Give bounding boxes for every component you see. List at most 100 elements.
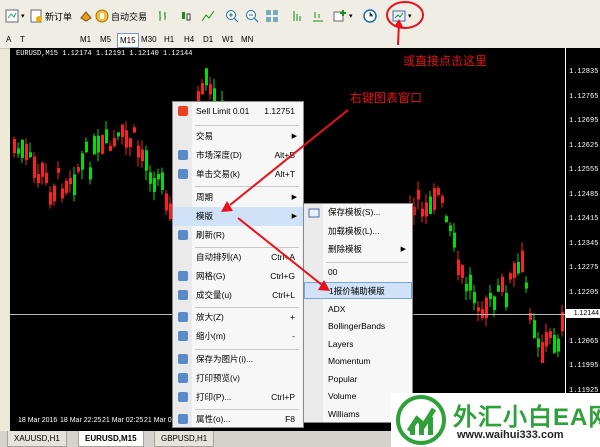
template-menu-item[interactable]: BollingerBands (304, 318, 412, 335)
periods-button[interactable] (360, 6, 380, 26)
timeframe-d1[interactable]: D1 (201, 33, 215, 46)
context-menu-item[interactable]: 成交量(u) Ctrl+L (173, 286, 303, 305)
zoom-out-button[interactable] (242, 6, 262, 26)
candle-body (505, 293, 508, 308)
bar-chart-button[interactable] (154, 6, 174, 26)
template-menu-item[interactable]: 加载模板(L)... (304, 223, 412, 240)
zoom-in-icon (177, 311, 189, 323)
context-menu-item[interactable]: 放大(Z) + (173, 308, 303, 327)
print-icon (177, 391, 189, 403)
timeframe-h4[interactable]: H4 (182, 33, 196, 46)
timeframe-m5[interactable]: M5 (98, 33, 113, 46)
line-chart-button[interactable] (198, 6, 218, 26)
context-menu-item[interactable]: 周期 ▶ (173, 188, 303, 207)
indicators-button[interactable]: ▾ (330, 6, 356, 26)
context-menu-item[interactable]: 市场深度(D) Alt+B (173, 146, 303, 165)
bar-chart-icon (157, 9, 171, 23)
main-toolbar: ▾ 新订单 自动交易 ▾ ▾ (0, 0, 600, 32)
candle-body (85, 141, 88, 153)
submenu-arrow-icon: ▶ (400, 246, 406, 253)
templates-button[interactable]: ▾ (389, 6, 415, 26)
context-menu-item[interactable]: 缩小(m) - (173, 327, 303, 346)
candle-body (37, 174, 40, 184)
timeframe-m1[interactable]: M1 (78, 33, 93, 46)
menu-item-label: 网格(G) (196, 271, 226, 281)
autoscroll-button[interactable] (308, 6, 328, 26)
timeframe-m15[interactable]: M15 (117, 33, 139, 48)
menu-item-label: Momentum (328, 356, 371, 366)
template-menu-item[interactable]: 删除模板 ▶ (304, 241, 412, 258)
timeframe-mn[interactable]: MN (239, 33, 255, 46)
context-menu-item[interactable]: 网格(G) Ctrl+G (173, 267, 303, 286)
timeframe-h1[interactable]: H1 (162, 33, 176, 46)
menu-item-label: 打印(P)... (196, 392, 232, 402)
cursor-tool[interactable]: A (4, 33, 13, 46)
zoom-out-icon (245, 9, 259, 23)
menu-item-label: 保存为图片(i)... (196, 354, 254, 364)
context-menu-item[interactable]: 模版 ▶ (173, 207, 303, 226)
candle-body (493, 296, 496, 310)
context-menu-item[interactable]: 属性(o)... F8 (173, 410, 303, 429)
candle-body (445, 216, 448, 223)
template-menu-item[interactable]: 00 (304, 264, 412, 281)
menu-item-label: Williams (328, 409, 360, 419)
template-menu-item[interactable]: Momentum (304, 353, 412, 370)
candle-body (473, 292, 476, 304)
timeframe-m30[interactable]: M30 (139, 33, 159, 46)
logo-emblem (396, 395, 446, 445)
candle-body (117, 132, 120, 137)
candle-body (461, 265, 464, 278)
context-menu-item[interactable]: 自动排列(A) Ctrl+A (173, 248, 303, 267)
auto-trade-button[interactable]: 自动交易 (76, 6, 150, 26)
properties-icon (177, 413, 189, 425)
price-axis-label: 1.12765 (569, 92, 599, 101)
price-axis-label: 1.12555 (569, 166, 599, 174)
symbol-info: EURUSD,M15 1.12174 1.12191 1.12140 1.121… (16, 50, 193, 58)
candle-body (489, 292, 492, 300)
candle-body (33, 156, 36, 178)
template-menu-item[interactable]: Layers (304, 336, 412, 353)
tab-xauusd-h1[interactable]: XAUUSD,H1 (7, 431, 67, 447)
menu-item-label: 属性(o)... (196, 414, 231, 424)
candle-body (105, 129, 108, 143)
candle-body (73, 174, 76, 196)
tab-gbpusd-h1[interactable]: GBPUSD,H1 (154, 431, 215, 447)
context-menu-item[interactable]: 刷新(R) (173, 226, 303, 245)
context-menu-item[interactable]: 交易 ▶ (173, 127, 303, 146)
chart-shift-button[interactable] (288, 6, 308, 26)
candle-body (29, 152, 32, 158)
zoom-in-button[interactable] (222, 6, 242, 26)
tile-windows-icon (265, 9, 279, 23)
new-order-button[interactable]: 新订单 (26, 6, 75, 26)
context-menu-item[interactable]: 打印(P)... Ctrl+P (173, 388, 303, 407)
candle-body (125, 130, 128, 148)
candle-chart-button[interactable] (176, 6, 196, 26)
candle-body (97, 135, 100, 153)
template-menu-item[interactable]: 保存模板(S)... (304, 204, 412, 221)
candle-body (545, 332, 548, 347)
candle-body (557, 338, 560, 352)
menu-item-label: ADX (328, 304, 346, 314)
time-axis-label: 21 Mar 02:25 (102, 417, 144, 424)
menu-item-label: 删除模板 (328, 244, 363, 254)
text-tool[interactable]: T (18, 33, 27, 46)
template-menu-item[interactable]: Popular (304, 371, 412, 388)
price-axis-label: 1.12835 (569, 68, 599, 76)
context-menu-item[interactable]: Sell Limit 0.01 1.12751 (173, 102, 303, 121)
menu-item-label: 周期 (196, 192, 214, 202)
timeframe-w1[interactable]: W1 (220, 33, 236, 46)
context-menu-item[interactable]: 单击交易(k) Alt+T (173, 165, 303, 184)
zoom-in-icon (225, 9, 239, 23)
tab-eurusd-m15[interactable]: EURUSD,M15 (78, 431, 144, 447)
template-menu-item[interactable]: ADX (304, 301, 412, 318)
menu-item-shortcut: Ctrl+G (270, 271, 295, 281)
context-menu-item[interactable]: 打印预览(v) (173, 369, 303, 388)
tile-windows-button[interactable] (262, 6, 282, 26)
template-menu-item[interactable]: 1报价辅助模版 (304, 282, 412, 299)
refresh-icon (177, 229, 189, 241)
context-menu-item[interactable]: 保存为图片(i)... (173, 350, 303, 369)
menu-item-shortcut: 1.12751 (264, 106, 295, 116)
line-chart-icon (201, 9, 215, 23)
candle-body (81, 153, 84, 170)
new-chart-button[interactable]: ▾ (2, 6, 28, 26)
